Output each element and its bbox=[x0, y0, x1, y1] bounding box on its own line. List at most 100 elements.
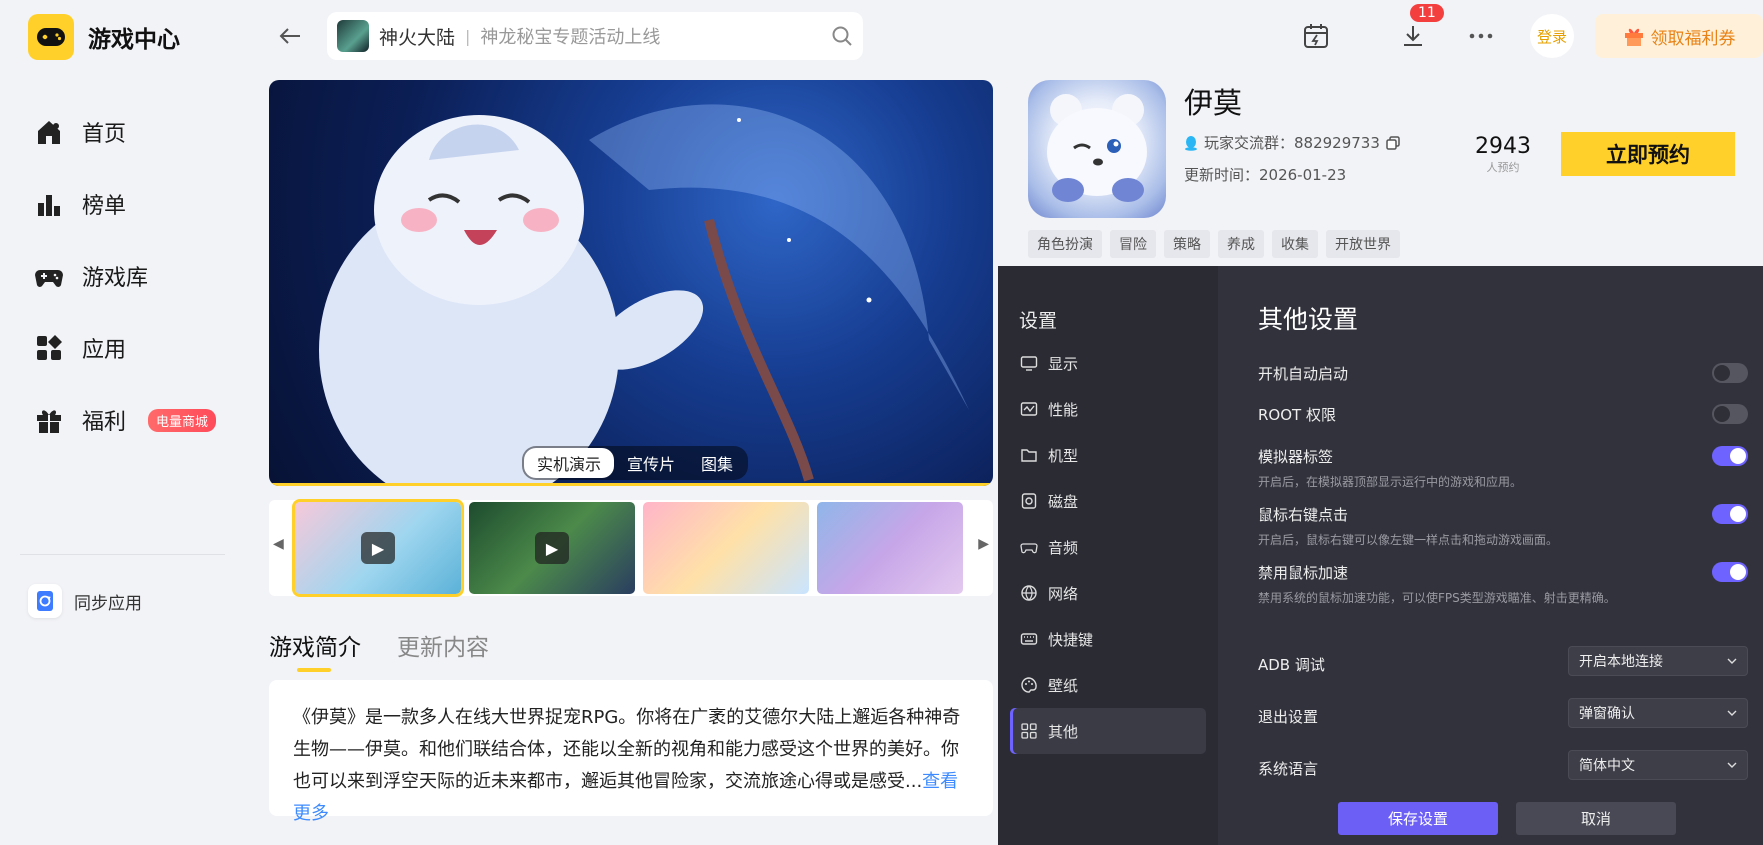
media-thumbnail[interactable]: ▶ bbox=[469, 502, 635, 594]
settings-content: 其他设置 开机自动启动 ROOT 权限 模拟器标签 开启后，在模拟器顶部显示运行… bbox=[1218, 266, 1763, 845]
login-button[interactable]: 登录 bbox=[1530, 14, 1574, 58]
setting-label: 禁用鼠标加速 bbox=[1258, 564, 1349, 582]
tab-gallery[interactable]: 图集 bbox=[688, 448, 746, 478]
setting-row-language: 系统语言 简体中文 bbox=[1258, 750, 1748, 780]
settings-item-wallpaper[interactable]: 壁纸 bbox=[1010, 662, 1206, 708]
mouse-accel-toggle[interactable] bbox=[1712, 562, 1748, 582]
app-logo[interactable]: 游戏中心 bbox=[28, 14, 180, 60]
sync-apps-label: 同步应用 bbox=[74, 593, 142, 614]
chevron-down-icon bbox=[1727, 710, 1737, 716]
arrow-left-icon bbox=[279, 28, 300, 44]
more-button[interactable] bbox=[1463, 18, 1499, 54]
settings-item-disk[interactable]: 磁盘 bbox=[1010, 478, 1206, 524]
hero-media-tabs: 实机演示 宣传片 图集 bbox=[522, 446, 749, 480]
settings-item-performance[interactable]: 性能 bbox=[1010, 386, 1206, 432]
settings-item-other[interactable]: 其他 bbox=[1010, 708, 1206, 754]
sync-icon bbox=[28, 584, 62, 618]
game-tag[interactable]: 养成 bbox=[1218, 230, 1264, 258]
exit-select[interactable]: 弹窗确认 bbox=[1568, 698, 1748, 728]
tab-updates[interactable]: 更新内容 bbox=[397, 628, 489, 662]
game-tag[interactable]: 策略 bbox=[1164, 230, 1210, 258]
setting-row-exit: 退出设置 弹窗确认 bbox=[1258, 698, 1748, 728]
settings-item-label: 磁盘 bbox=[1048, 492, 1079, 511]
search-icon[interactable] bbox=[831, 25, 853, 47]
gamepad-logo-icon bbox=[28, 14, 74, 60]
root-toggle[interactable] bbox=[1712, 404, 1748, 424]
sidebar-divider bbox=[20, 554, 225, 555]
autostart-toggle[interactable] bbox=[1712, 363, 1748, 383]
chevron-down-icon bbox=[1727, 762, 1737, 768]
sidebar-item-label: 榜单 bbox=[82, 194, 127, 219]
setting-label: 模拟器标签 bbox=[1258, 448, 1334, 466]
apps-icon bbox=[37, 335, 62, 360]
calendar-button[interactable] bbox=[1298, 18, 1334, 54]
chevron-down-icon bbox=[1727, 658, 1737, 664]
app-title: 游戏中心 bbox=[88, 27, 180, 53]
store-badge: 电量商城 bbox=[148, 408, 217, 432]
monitor-icon bbox=[1020, 356, 1038, 371]
settings-item-model[interactable]: 机型 bbox=[1010, 432, 1206, 478]
reserve-button[interactable]: 立即预约 bbox=[1561, 132, 1735, 176]
setting-label: 鼠标右键点击 bbox=[1258, 506, 1349, 524]
detail-tabs: 游戏简介 更新内容 bbox=[269, 628, 489, 672]
play-icon: ▶ bbox=[535, 532, 569, 564]
game-tag[interactable]: 冒险 bbox=[1110, 230, 1156, 258]
thumb-next-icon[interactable]: ▶ bbox=[978, 536, 989, 552]
sidebar-item-label: 首页 bbox=[82, 122, 127, 147]
tab-trailer[interactable]: 宣传片 bbox=[614, 448, 688, 478]
game-description: 《伊莫》是一款多人在线大世界捉宠RPG。你将在广袤的艾德尔大陆上邂逅各种神奇生物… bbox=[269, 680, 993, 824]
settings-title: 设置 bbox=[1019, 310, 1058, 332]
settings-item-shortcuts[interactable]: 快捷键 bbox=[1010, 616, 1206, 662]
settings-heading: 其他设置 bbox=[1258, 305, 1359, 334]
setting-row-adb: ADB 调试 开启本地连接 bbox=[1258, 646, 1748, 676]
game-tag[interactable]: 角色扮演 bbox=[1028, 230, 1102, 258]
download-button[interactable] bbox=[1395, 18, 1431, 54]
claim-coupon-label: 领取福利券 bbox=[1650, 28, 1736, 49]
settings-item-display[interactable]: 显示 bbox=[1010, 340, 1206, 386]
sidebar-nav: 首页 榜单 游戏库 应用 福利 电量商城 bbox=[34, 96, 234, 456]
adb-select[interactable]: 开启本地连接 bbox=[1568, 646, 1748, 676]
claim-coupon-button[interactable]: 领取福利券 bbox=[1595, 14, 1763, 58]
media-thumbnail[interactable] bbox=[643, 502, 809, 594]
tab-introduction[interactable]: 游戏简介 bbox=[269, 628, 361, 672]
media-thumbnail[interactable]: ▶ bbox=[292, 499, 464, 597]
sidebar-item-ranking[interactable]: 榜单 bbox=[34, 168, 234, 240]
search-input[interactable]: 神龙秘宝专题活动上线 bbox=[480, 23, 831, 49]
media-thumbnail[interactable] bbox=[817, 502, 963, 594]
settings-item-label: 显示 bbox=[1048, 354, 1079, 373]
emulator-tabs-toggle[interactable] bbox=[1712, 446, 1748, 466]
copy-icon[interactable] bbox=[1386, 135, 1400, 150]
sidebar-item-label: 应用 bbox=[82, 338, 127, 363]
sidebar-item-home[interactable]: 首页 bbox=[34, 96, 234, 168]
sidebar-item-game-library[interactable]: 游戏库 bbox=[34, 240, 234, 312]
reserve-count: 2943 人预约 bbox=[1470, 134, 1536, 175]
tab-gameplay[interactable]: 实机演示 bbox=[524, 448, 615, 478]
search-game-thumbnail bbox=[337, 20, 369, 52]
setting-description: 开启后，鼠标右键可以像左键一样点击和拖动游戏画面。 bbox=[1258, 533, 1559, 547]
language-select[interactable]: 简体中文 bbox=[1568, 750, 1748, 780]
cancel-button[interactable]: 取消 bbox=[1516, 802, 1676, 835]
back-button[interactable] bbox=[272, 18, 308, 54]
sidebar-item-apps[interactable]: 应用 bbox=[34, 312, 234, 384]
qq-icon bbox=[1185, 135, 1197, 151]
settings-item-network[interactable]: 网络 bbox=[1010, 570, 1206, 616]
search-bar[interactable]: 神火大陆 | 神龙秘宝专题活动上线 bbox=[327, 12, 863, 60]
sidebar-item-welfare[interactable]: 福利 电量商城 bbox=[34, 384, 234, 456]
search-game-name: 神火大陆 bbox=[379, 26, 456, 49]
globe-icon bbox=[1021, 585, 1037, 601]
sync-apps-button[interactable]: 同步应用 bbox=[28, 584, 142, 618]
settings-item-label: 性能 bbox=[1048, 400, 1079, 419]
right-click-toggle[interactable] bbox=[1712, 504, 1748, 524]
settings-item-audio[interactable]: 音频 bbox=[1010, 524, 1206, 570]
keyboard-icon bbox=[1020, 633, 1038, 645]
toggle-knob bbox=[1730, 506, 1746, 522]
settings-item-label: 网络 bbox=[1048, 584, 1079, 603]
game-tag[interactable]: 收集 bbox=[1272, 230, 1318, 258]
thumb-prev-icon[interactable]: ◀ bbox=[273, 536, 284, 552]
game-tags: 角色扮演 冒险 策略 养成 收集 开放世界 bbox=[1028, 230, 1400, 258]
settings-menu: 显示 性能 机型 磁盘 音频 网络 快捷键 壁纸 其他 bbox=[1010, 340, 1206, 754]
hero-video[interactable]: 实机演示 宣传片 图集 bbox=[269, 80, 993, 486]
game-tag[interactable]: 开放世界 bbox=[1326, 230, 1400, 258]
setting-row-root: ROOT 权限 bbox=[1258, 404, 1748, 425]
save-settings-button[interactable]: 保存设置 bbox=[1338, 802, 1498, 835]
